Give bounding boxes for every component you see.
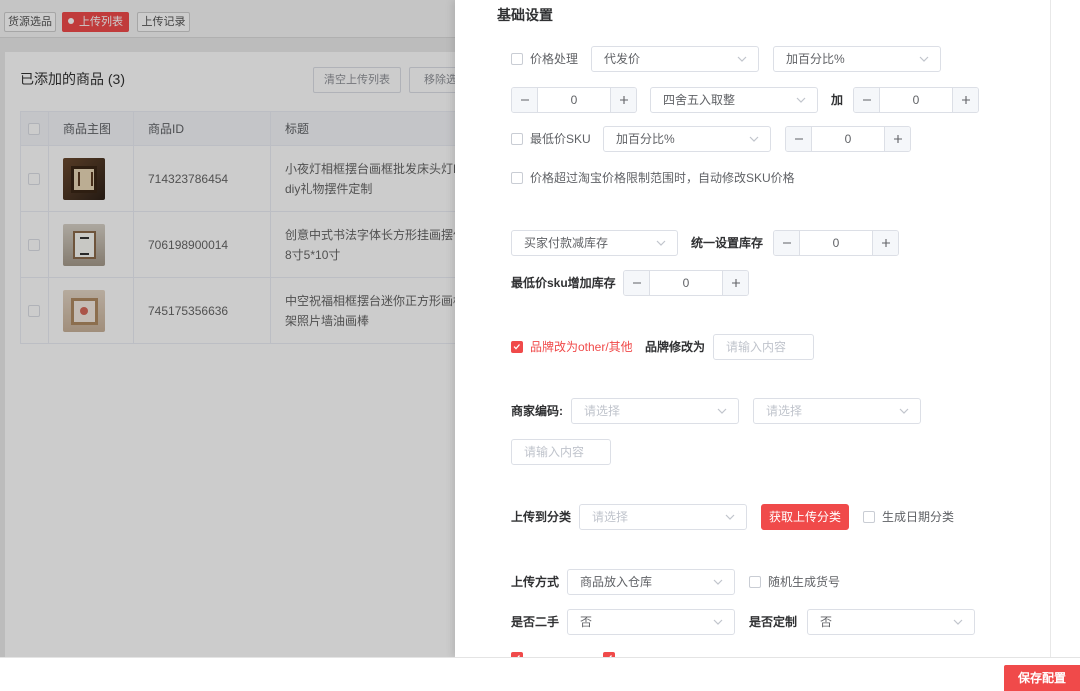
fetch-category-button[interactable]: 获取上传分类: [761, 504, 849, 530]
chevron-down-icon: [899, 408, 909, 414]
plus-icon[interactable]: [872, 231, 898, 255]
plus-icon[interactable]: [610, 88, 636, 112]
select-value: 代发价: [604, 52, 641, 66]
chevron-down-icon: [953, 619, 963, 625]
select-value: 买家付款减库存: [524, 236, 609, 250]
chevron-down-icon: [713, 619, 723, 625]
percent-stepper: 0: [511, 87, 637, 113]
section-title: 基础设置: [497, 7, 553, 23]
lowest-sku-stock-row: 最低价sku增加库存 0: [455, 270, 1050, 296]
plus-icon[interactable]: [952, 88, 978, 112]
unified-stock-stepper: 0: [773, 230, 899, 256]
plus-icon[interactable]: [884, 127, 910, 151]
chevron-down-icon: [717, 408, 727, 414]
minus-icon[interactable]: [786, 127, 812, 151]
merchant-code-input-row: [455, 439, 1050, 465]
lowest-sku-checkbox[interactable]: [511, 133, 523, 145]
select-value: 否: [580, 615, 593, 629]
add-label: 加: [831, 93, 844, 107]
auto-fix-checkbox[interactable]: [511, 172, 523, 184]
category-select[interactable]: 请选择: [579, 504, 747, 530]
chevron-down-icon: [919, 56, 929, 62]
partially-hidden-row: [455, 645, 1050, 657]
stepper-value[interactable]: 0: [880, 88, 952, 112]
stock-mode-select[interactable]: 买家付款减库存: [511, 230, 678, 256]
add-amount-stepper: 0: [853, 87, 979, 113]
auto-fix-row: 价格超过淘宝价格限制范围时，自动修改SKU价格: [455, 165, 1050, 191]
custom-select[interactable]: 否: [807, 609, 975, 635]
random-sku-checkbox[interactable]: [749, 576, 761, 588]
minus-icon[interactable]: [624, 271, 650, 295]
upload-mode-label: 上传方式: [511, 575, 560, 589]
select-placeholder: 请选择: [584, 404, 621, 418]
select-placeholder: 请选择: [592, 510, 629, 524]
lowest-sku-row: 最低价SKU 加百分比% 0: [455, 126, 1050, 152]
custom-label: 是否定制: [749, 615, 798, 629]
rounding-select[interactable]: 四舍五入取整: [650, 87, 818, 113]
price-processing-row: 价格处理 代发价 加百分比%: [455, 46, 1050, 72]
brand-other-checkbox[interactable]: [511, 341, 523, 353]
chevron-down-icon: [713, 579, 723, 585]
chevron-down-icon: [725, 514, 735, 520]
stepper-value[interactable]: 0: [800, 231, 872, 255]
price-processing-checkbox[interactable]: [511, 53, 523, 65]
lowest-sku-stock-stepper: 0: [623, 270, 749, 296]
chevron-down-icon: [737, 56, 747, 62]
merchant-code-row: 商家编码: 请选择 请选择: [455, 398, 1050, 424]
chevron-down-icon: [796, 97, 806, 103]
upload-mode-row: 上传方式 商品放入仓库 随机生成货号: [455, 569, 1050, 595]
plus-icon[interactable]: [722, 271, 748, 295]
brand-modify-label: 品牌修改为: [645, 340, 706, 354]
stepper-value[interactable]: 0: [812, 127, 884, 151]
lowest-sku-mode-select[interactable]: 加百分比%: [603, 126, 771, 152]
upload-mode-select[interactable]: 商品放入仓库: [567, 569, 735, 595]
random-sku-label: 随机生成货号: [768, 575, 841, 589]
unified-stock-label: 统一设置库存: [691, 236, 764, 250]
price-mode-select[interactable]: 加百分比%: [773, 46, 941, 72]
date-category-checkbox[interactable]: [863, 511, 875, 523]
select-value: 四舍五入取整: [663, 93, 736, 107]
settings-drawer: 基础设置 价格处理 代发价 加百分比% 0 四舍五入取整 加 0 最低价SKU …: [455, 0, 1080, 657]
second-hand-select[interactable]: 否: [567, 609, 735, 635]
brand-other-label: 品牌改为other/其他: [530, 340, 633, 354]
second-hand-label: 是否二手: [511, 615, 560, 629]
minus-icon[interactable]: [512, 88, 538, 112]
stepper-value[interactable]: 0: [650, 271, 722, 295]
chevron-down-icon: [749, 136, 759, 142]
footer-bar: 保存配置: [0, 657, 1080, 691]
save-config-button[interactable]: 保存配置: [1004, 665, 1080, 691]
lowest-sku-stock-label: 最低价sku增加库存: [511, 276, 616, 290]
price-adjust-row: 0 四舍五入取整 加 0: [455, 87, 1050, 113]
date-category-label: 生成日期分类: [882, 510, 955, 524]
merchant-code-input[interactable]: [511, 439, 611, 465]
select-placeholder: 请选择: [766, 404, 803, 418]
merchant-code-select-2[interactable]: 请选择: [753, 398, 921, 424]
stepper-value[interactable]: 0: [538, 88, 610, 112]
second-hand-row: 是否二手 否 是否定制 否: [455, 609, 1050, 635]
lowest-sku-stepper: 0: [785, 126, 911, 152]
brand-input[interactable]: [713, 334, 814, 360]
minus-icon[interactable]: [854, 88, 880, 112]
minus-icon[interactable]: [774, 231, 800, 255]
price-processing-label: 价格处理: [530, 52, 579, 66]
auto-fix-label: 价格超过淘宝价格限制范围时，自动修改SKU价格: [530, 171, 795, 185]
select-value: 商品放入仓库: [580, 575, 653, 589]
category-label: 上传到分类: [511, 510, 572, 524]
price-source-select[interactable]: 代发价: [591, 46, 759, 72]
category-row: 上传到分类 请选择 获取上传分类 生成日期分类: [455, 504, 1050, 530]
lowest-sku-label: 最低价SKU: [530, 132, 591, 146]
select-value: 加百分比%: [786, 52, 845, 66]
brand-row: 品牌改为other/其他 品牌修改为: [455, 334, 1050, 360]
select-value: 加百分比%: [616, 132, 675, 146]
select-value: 否: [820, 615, 833, 629]
stock-row: 买家付款减库存 统一设置库存 0: [455, 230, 1050, 256]
drawer-divider: [1050, 0, 1051, 657]
merchant-code-select-1[interactable]: 请选择: [571, 398, 739, 424]
chevron-down-icon: [656, 240, 666, 246]
merchant-code-label: 商家编码:: [511, 404, 563, 418]
checkmark-icon: [513, 344, 521, 350]
